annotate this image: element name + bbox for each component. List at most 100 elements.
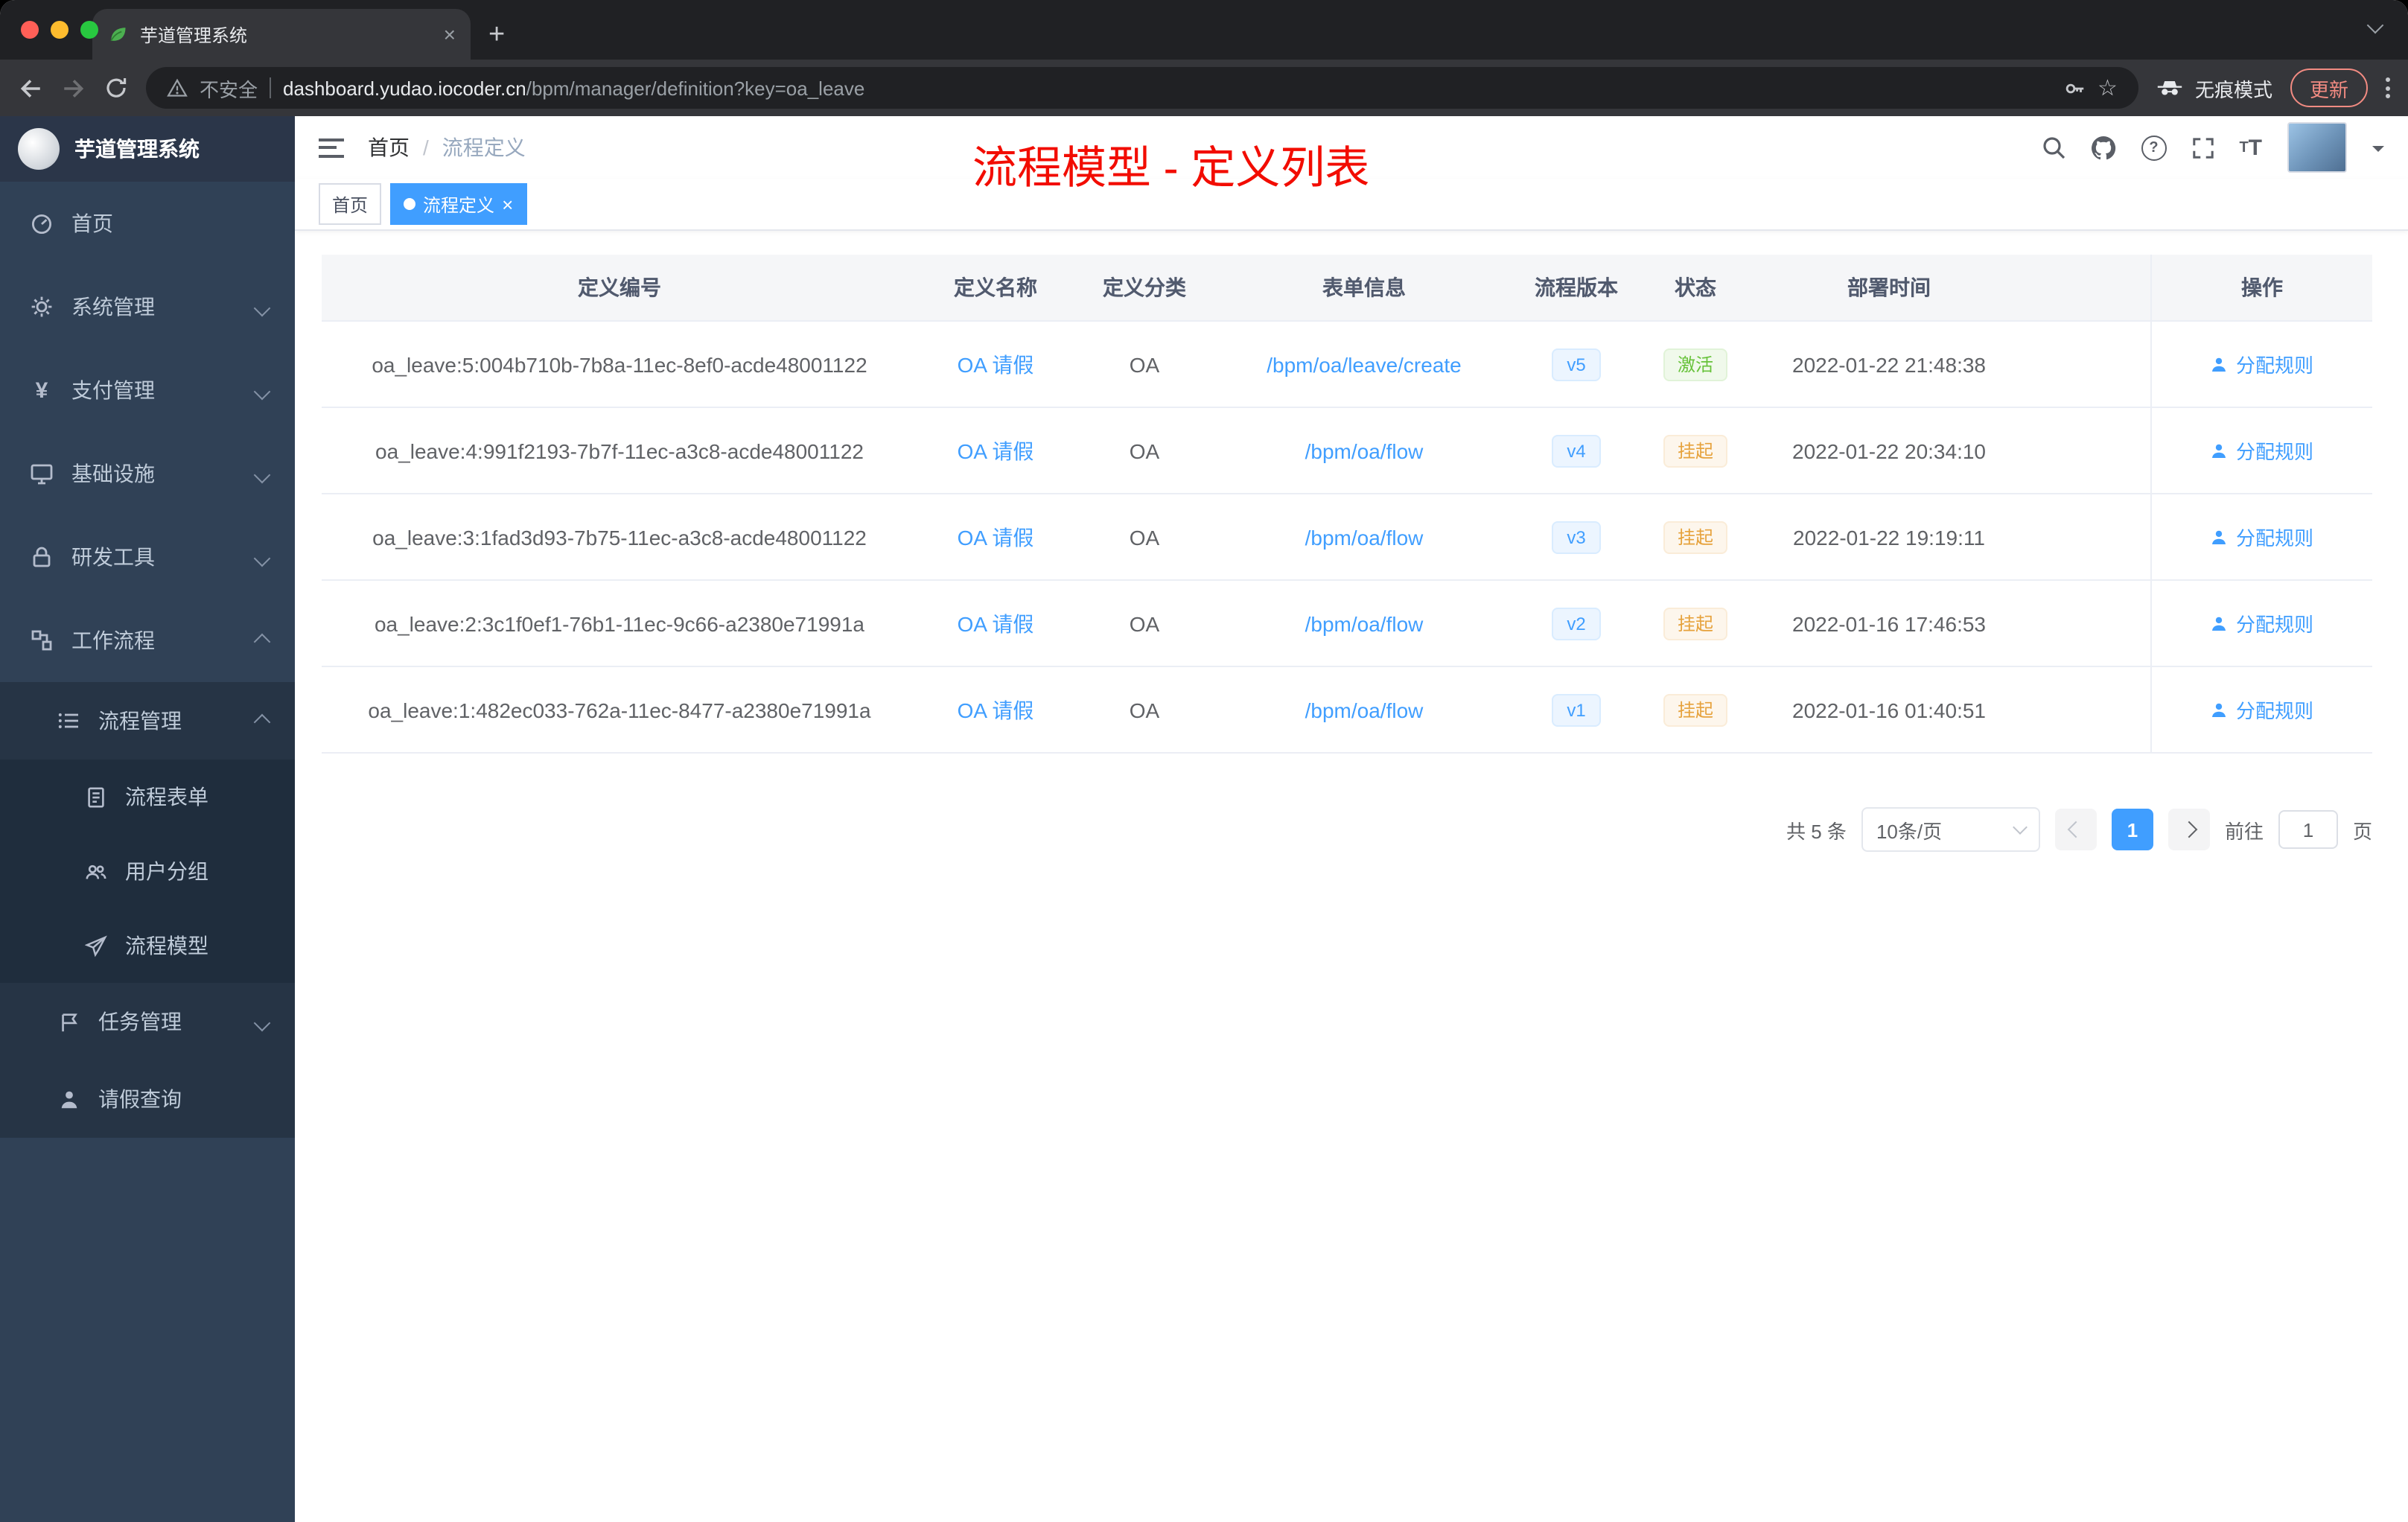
sidebar-item-label: 流程管理 <box>98 709 182 733</box>
sidebar-item-label: 流程模型 <box>125 934 208 958</box>
key-icon[interactable] <box>2063 77 2086 99</box>
bookmark-star-icon[interactable]: ☆ <box>2098 77 2118 99</box>
lock-icon <box>30 545 54 569</box>
sidebar-item-process-management[interactable]: 流程管理 <box>0 682 295 760</box>
page-size-select[interactable]: 10条/页 <box>1861 807 2040 852</box>
maximize-window-button[interactable] <box>80 21 98 39</box>
column-header: 定义编号 <box>578 276 661 299</box>
sidebar-item-devtools[interactable]: 研发工具 <box>0 515 295 599</box>
sidebar-logo[interactable]: 芋道管理系统 <box>0 116 295 182</box>
incognito-label: 无痕模式 <box>2194 78 2272 101</box>
browser-menu-icon[interactable] <box>2386 77 2390 98</box>
assign-rule-link[interactable]: 分配规则 <box>2211 523 2313 551</box>
minimize-window-button[interactable] <box>51 21 69 39</box>
logo-avatar <box>18 128 60 170</box>
search-icon[interactable] <box>2041 136 2065 159</box>
assign-rule-link[interactable]: 分配规则 <box>2211 436 2313 465</box>
sidebar-item-infra[interactable]: 基础设施 <box>0 432 295 515</box>
column-header: 表单信息 <box>1322 276 1406 299</box>
assign-rule-label: 分配规则 <box>2235 700 2313 722</box>
tag-process-definition[interactable]: 流程定义 × <box>390 183 527 225</box>
sidebar-item-label: 支付管理 <box>71 378 155 402</box>
font-size-icon[interactable]: TT <box>2239 136 2262 159</box>
definition-category: OA <box>1129 698 1160 722</box>
incognito-icon <box>2156 79 2183 97</box>
navbar-actions: ? TT <box>2041 122 2384 173</box>
sidebar-item-task-management[interactable]: 任务管理 <box>0 983 295 1060</box>
definition-name-link[interactable]: OA 请假 <box>958 522 1034 552</box>
person-icon <box>2212 702 2226 716</box>
tab-close-icon[interactable]: × <box>444 24 456 45</box>
reload-button[interactable] <box>104 76 128 100</box>
address-bar[interactable]: 不安全 dashboard.yudao.iocoder.cn/bpm/manag… <box>146 67 2138 109</box>
breadcrumb-home[interactable]: 首页 <box>368 133 410 162</box>
form-info-link[interactable]: /bpm/oa/flow <box>1305 698 1424 722</box>
gear-icon <box>30 295 54 319</box>
form-info-link[interactable]: /bpm/oa/flow <box>1305 439 1424 462</box>
avatar-caret-icon[interactable] <box>2372 146 2384 158</box>
assign-rule-link[interactable]: 分配规则 <box>2211 350 2313 378</box>
back-button[interactable] <box>18 75 43 101</box>
browser-tab[interactable]: 芋道管理系统 × <box>92 9 471 60</box>
hamburger-icon[interactable] <box>319 138 344 157</box>
sidebar-item-label: 基础设施 <box>71 462 155 485</box>
status-badge: 激活 <box>1663 348 1727 380</box>
sidebar-item-system[interactable]: 系统管理 <box>0 265 295 348</box>
url-host: dashboard.yudao.iocoder.cn <box>283 77 526 99</box>
definition-id: oa_leave:2:3c1f0ef1-76b1-11ec-9c66-a2380… <box>374 611 864 635</box>
assign-rule-link[interactable]: 分配规则 <box>2211 695 2313 724</box>
help-icon[interactable]: ? <box>2141 135 2167 160</box>
column-header: 流程版本 <box>1535 276 1618 299</box>
definition-category: OA <box>1129 611 1160 635</box>
table-header-row: 定义编号 定义名称 定义分类 表单信息 流程版本 状态 部署时间 操作 <box>322 255 2372 322</box>
tab-search-chevron-icon[interactable] <box>2366 12 2384 39</box>
sidebar-item-workflow[interactable]: 工作流程 <box>0 599 295 682</box>
definition-name-link[interactable]: OA 请假 <box>958 436 1034 465</box>
tag-close-icon[interactable]: × <box>502 194 513 214</box>
definition-name-link[interactable]: OA 请假 <box>958 349 1034 379</box>
pagination: 共 5 条 10条/页 1 前往 页 <box>322 807 2372 852</box>
github-icon[interactable] <box>2090 135 2115 160</box>
prev-page-button[interactable] <box>2054 809 2097 850</box>
window-controls <box>21 21 98 39</box>
tag-label: 流程定义 <box>423 194 495 215</box>
forward-button[interactable] <box>61 75 86 101</box>
table-row: oa_leave:5:004b710b-7b8a-11ec-8ef0-acde4… <box>322 322 2372 408</box>
definition-name-link[interactable]: OA 请假 <box>958 695 1034 725</box>
annotation-title: 流程模型 - 定义列表 <box>972 144 1370 194</box>
assign-rule-link[interactable]: 分配规则 <box>2211 609 2313 637</box>
form-info-link[interactable]: /bpm/oa/leave/create <box>1267 352 1462 376</box>
goto-page-input[interactable] <box>2278 810 2338 849</box>
column-header: 操作 <box>2150 255 2372 320</box>
current-page-button[interactable]: 1 <box>2111 809 2153 850</box>
sidebar-item-home[interactable]: 首页 <box>0 182 295 265</box>
new-tab-button[interactable]: + <box>488 21 505 49</box>
version-badge: v2 <box>1552 607 1601 640</box>
breadcrumb-current: 流程定义 <box>442 136 526 159</box>
table-row: oa_leave:2:3c1f0ef1-76b1-11ec-9c66-a2380… <box>322 581 2372 667</box>
sidebar-item-payment[interactable]: ¥ 支付管理 <box>0 348 295 432</box>
deploy-time: 2022-01-22 19:19:11 <box>1793 525 1985 549</box>
fullscreen-icon[interactable] <box>2191 136 2214 159</box>
update-button[interactable]: 更新 <box>2290 69 2368 107</box>
assign-rule-label: 分配规则 <box>2235 354 2313 377</box>
tab-title: 芋道管理系统 <box>140 25 248 45</box>
table-row: oa_leave:1:482ec033-762a-11ec-8477-a2380… <box>322 667 2372 754</box>
version-badge: v1 <box>1552 693 1601 726</box>
tag-home[interactable]: 首页 <box>319 183 382 225</box>
sidebar-item-user-group[interactable]: 用户分组 <box>0 834 295 908</box>
sidebar-item-leave-query[interactable]: 请假查询 <box>0 1060 295 1138</box>
close-window-button[interactable] <box>21 21 39 39</box>
form-info-link[interactable]: /bpm/oa/flow <box>1305 525 1424 549</box>
not-secure-label: 不安全 <box>200 78 258 101</box>
chevron-down-icon <box>253 462 271 485</box>
form-info-link[interactable]: /bpm/oa/flow <box>1305 611 1424 635</box>
assign-rule-label: 分配规则 <box>2235 441 2313 463</box>
user-avatar[interactable] <box>2287 122 2347 173</box>
deploy-time: 2022-01-16 17:46:53 <box>1792 611 1986 635</box>
sidebar-item-process-model[interactable]: 流程模型 <box>0 908 295 983</box>
tag-label: 首页 <box>332 194 369 215</box>
definition-name-link[interactable]: OA 请假 <box>958 608 1034 638</box>
sidebar-item-process-form[interactable]: 流程表单 <box>0 760 295 834</box>
next-page-button[interactable] <box>2167 809 2210 850</box>
